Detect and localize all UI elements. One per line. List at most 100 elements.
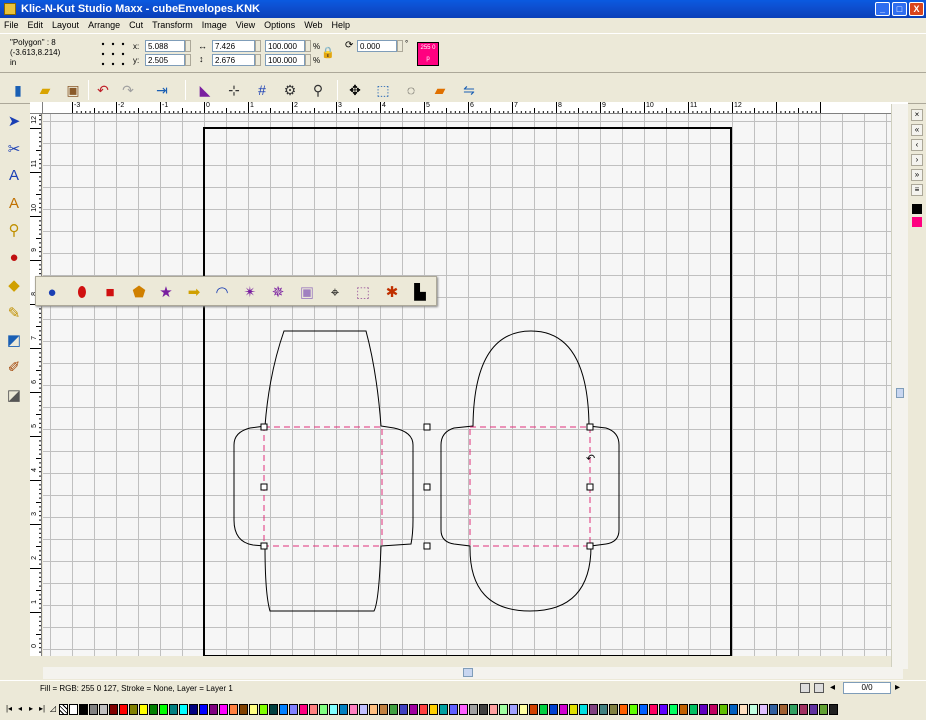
color-swatch[interactable]: [429, 704, 438, 715]
star-frame-icon[interactable]: ✴: [239, 281, 261, 303]
panel-menu-icon[interactable]: ≡: [911, 184, 923, 196]
color-swatch[interactable]: [229, 704, 238, 715]
vertical-scroll-thumb[interactable]: [896, 388, 904, 398]
rotation-field[interactable]: 0.000: [357, 40, 397, 52]
color-swatch[interactable]: [519, 704, 528, 715]
scale-icon[interactable]: ⬚: [373, 80, 393, 100]
palette-last-icon[interactable]: ▸|: [37, 704, 47, 715]
color-swatch[interactable]: [99, 704, 108, 715]
color-swatch[interactable]: [159, 704, 168, 715]
menu-transform[interactable]: Transform: [152, 20, 193, 30]
color-swatch[interactable]: [709, 704, 718, 715]
menu-arrange[interactable]: Arrange: [88, 20, 120, 30]
color-swatch[interactable]: [339, 704, 348, 715]
panel-prev-icon[interactable]: ‹: [911, 139, 923, 151]
color-swatch[interactable]: [789, 704, 798, 715]
scale-height-spinner[interactable]: [305, 54, 311, 66]
color-swatch[interactable]: [819, 704, 828, 715]
rotation-spinner[interactable]: [397, 40, 403, 52]
selection-handles[interactable]: [260, 423, 594, 550]
move-icon[interactable]: ✥: [345, 80, 365, 100]
color-swatch[interactable]: [119, 704, 128, 715]
color-swatch[interactable]: [469, 704, 478, 715]
color-swatch[interactable]: [239, 704, 248, 715]
color-swatch[interactable]: [489, 704, 498, 715]
color-swatch[interactable]: [279, 704, 288, 715]
width-field[interactable]: 7.426: [212, 40, 255, 52]
image-resize-icon[interactable]: ⬚: [352, 281, 374, 303]
exit-icon[interactable]: ⇥: [152, 80, 172, 100]
palette-first-icon[interactable]: |◂: [4, 704, 14, 715]
palette-next-icon[interactable]: ▸: [26, 704, 36, 715]
color-swatch[interactable]: [599, 704, 608, 715]
pencil-tool-icon[interactable]: ✎: [3, 302, 25, 324]
color-swatch[interactable]: [179, 704, 188, 715]
eraser-tool-icon[interactable]: ◩: [3, 329, 25, 351]
pentagon-shape-icon[interactable]: ⬟: [128, 281, 150, 303]
color-swatch[interactable]: [809, 704, 818, 715]
envelope-shape-1[interactable]: [233, 330, 414, 612]
color-swatch[interactable]: [609, 704, 618, 715]
scale-height-field[interactable]: 100.000: [265, 54, 305, 66]
color-swatch[interactable]: [569, 704, 578, 715]
color-swatch[interactable]: [749, 704, 758, 715]
package-icon[interactable]: ▣: [63, 80, 83, 100]
envelope-shape-2[interactable]: [440, 330, 620, 612]
scale-width-spinner[interactable]: [305, 40, 311, 52]
star-frame-alt-icon[interactable]: ✵: [267, 281, 289, 303]
color-swatch[interactable]: [89, 704, 98, 715]
color-swatch[interactable]: [259, 704, 268, 715]
lock-ratio-icon[interactable]: 🔒: [321, 46, 335, 59]
menu-image[interactable]: Image: [202, 20, 227, 30]
text-tool-icon[interactable]: A: [3, 164, 25, 186]
color-swatch[interactable]: [719, 704, 728, 715]
horizontal-scroll-thumb[interactable]: [463, 668, 473, 677]
color-swatch[interactable]: [639, 704, 648, 715]
color-swatch[interactable]: [349, 704, 358, 715]
color-swatch[interactable]: [319, 704, 328, 715]
new-document-icon[interactable]: ▮: [8, 80, 28, 100]
color-swatch[interactable]: [659, 704, 668, 715]
color-swatch[interactable]: [209, 704, 218, 715]
color-swatch[interactable]: [779, 704, 788, 715]
menu-options[interactable]: Options: [264, 20, 295, 30]
mirror-icon[interactable]: ⇋: [459, 80, 479, 100]
color-swatch[interactable]: [419, 704, 428, 715]
select-mode-icon[interactable]: ◣: [195, 80, 215, 100]
color-swatch[interactable]: [409, 704, 418, 715]
color-swatch[interactable]: [759, 704, 768, 715]
tool-settings-icon[interactable]: ⚙: [280, 80, 300, 100]
color-swatch[interactable]: [589, 704, 598, 715]
color-swatch[interactable]: [299, 704, 308, 715]
close-panel-icon[interactable]: ×: [911, 109, 923, 121]
y-spinner[interactable]: [185, 54, 191, 66]
panel-first-icon[interactable]: «: [911, 124, 923, 136]
vertical-scrollbar[interactable]: [891, 104, 908, 669]
color-swatch[interactable]: [539, 704, 548, 715]
clip-art-icon[interactable]: ✱: [381, 281, 403, 303]
skew-icon[interactable]: ▰: [430, 80, 450, 100]
arrow-pointer-tool-icon[interactable]: ➤: [3, 110, 25, 132]
x-spinner[interactable]: [185, 40, 191, 52]
color-swatch[interactable]: [149, 704, 158, 715]
fill-color-icon[interactable]: [912, 217, 922, 227]
color-swatch[interactable]: [69, 704, 78, 715]
undo-icon[interactable]: ↶: [93, 80, 113, 100]
color-swatch[interactable]: [139, 704, 148, 715]
knife-tool-icon[interactable]: ✂: [3, 138, 25, 160]
crosshair-icon[interactable]: ⌖: [324, 281, 346, 303]
color-swatch[interactable]: [479, 704, 488, 715]
color-swatch[interactable]: [459, 704, 468, 715]
text-path-tool-icon[interactable]: A: [3, 192, 25, 214]
color-swatch[interactable]: [449, 704, 458, 715]
color-swatch[interactable]: [509, 704, 518, 715]
color-swatch[interactable]: [309, 704, 318, 715]
page-prev-icon[interactable]: ◂: [830, 682, 835, 693]
color-swatch[interactable]: [109, 704, 118, 715]
color-swatch[interactable]: [529, 704, 538, 715]
design-drawing[interactable]: ↶: [43, 114, 891, 656]
height-field[interactable]: 2.676: [212, 54, 255, 66]
color-swatch[interactable]: [169, 704, 178, 715]
color-swatch[interactable]: [249, 704, 258, 715]
color-swatch[interactable]: [739, 704, 748, 715]
